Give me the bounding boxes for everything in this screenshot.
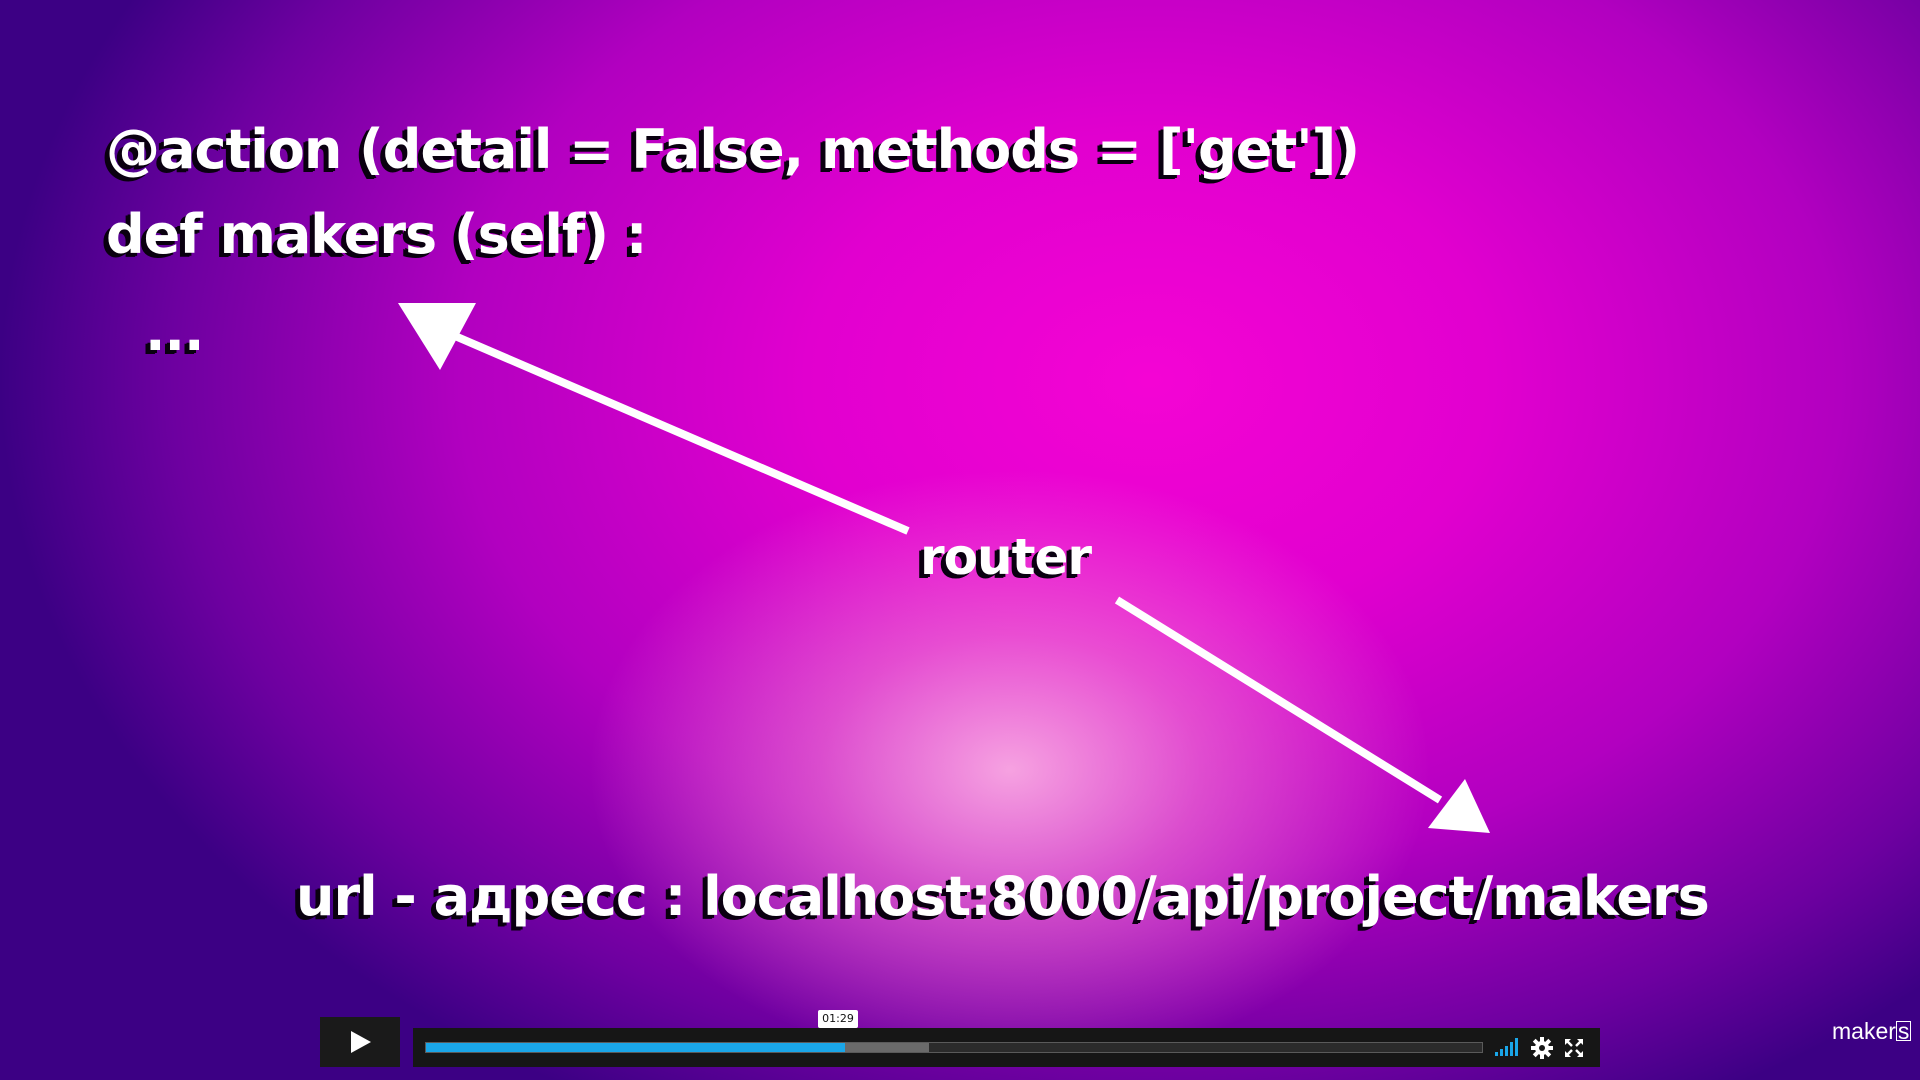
fullscreen-icon	[1565, 1039, 1583, 1057]
gear-icon	[1531, 1037, 1553, 1059]
arrow-to-url	[1114, 596, 1490, 833]
volume-icon[interactable]	[1495, 1038, 1523, 1056]
arrows-overlay	[398, 303, 1490, 833]
makers-watermark: makers	[1832, 1018, 1912, 1045]
fullscreen-button[interactable]	[1563, 1037, 1585, 1059]
video-player-controls: 01:29	[320, 1010, 1600, 1067]
watermark-text: maker	[1832, 1018, 1896, 1044]
progress-played	[426, 1043, 846, 1052]
settings-button[interactable]	[1530, 1036, 1554, 1060]
watermark-boxed-letter: s	[1895, 1018, 1912, 1044]
progress-track[interactable]	[425, 1042, 1483, 1053]
play-button[interactable]	[320, 1017, 400, 1067]
play-icon	[351, 1031, 371, 1053]
arrow-to-method	[398, 303, 910, 535]
video-frame[interactable]: @action (detail = False, methods = ['get…	[0, 0, 1920, 1080]
time-tooltip: 01:29	[818, 1010, 858, 1028]
control-bar: 01:29	[413, 1010, 1600, 1067]
